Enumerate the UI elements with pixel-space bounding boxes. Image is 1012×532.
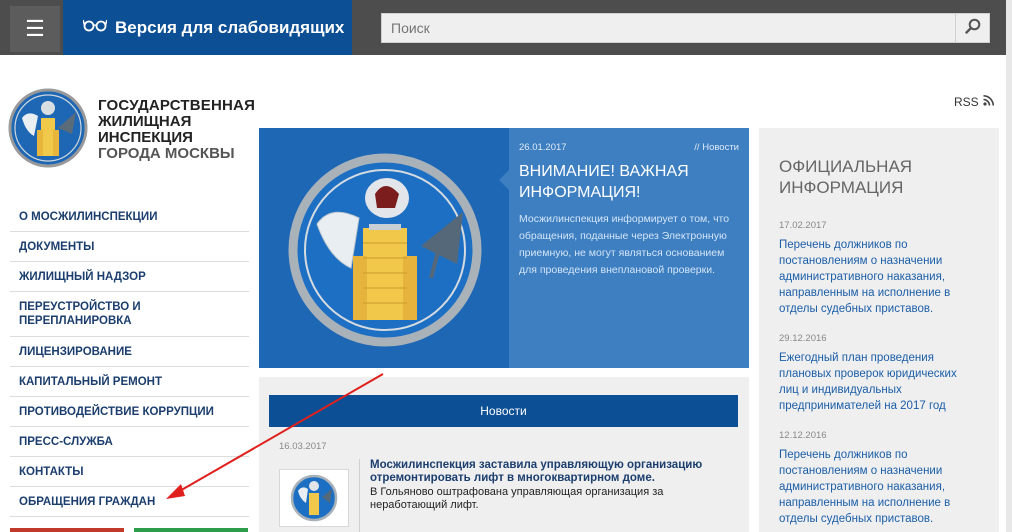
news-date: 16.03.2017 [279, 441, 327, 452]
top-bar: ☰ Версия для слабовидящих [0, 0, 1006, 55]
official-entry-link[interactable]: Перечень должников по постановлениям о н… [779, 447, 979, 527]
news-title-link[interactable]: Мосжилинспекция заставила управляющую ор… [370, 459, 740, 485]
sidebar-item-documents[interactable]: ДОКУМЕНТЫ [10, 232, 249, 262]
news-tab-button[interactable]: Новости [269, 395, 738, 427]
slide-pointer [499, 170, 509, 190]
news-thumbnail[interactable] [279, 469, 349, 527]
hamburger-icon: ☰ [25, 16, 45, 41]
bottom-green-button[interactable] [134, 528, 248, 532]
official-entry-date: 12.12.2016 [779, 430, 827, 441]
news-block: Новости 16.03.2017 Мосжилинспекция заста… [259, 377, 749, 532]
news-summary: В Гольяново оштрафована управляющая орга… [370, 486, 664, 511]
logo-line-4: ГОРОДА МОСКВЫ [98, 145, 235, 162]
sidebar-item-housing-supervision[interactable]: ЖИЛИЩНЫЙ НАДЗОР [10, 262, 249, 292]
official-entry: 12.12.2016 Перечень должников по постано… [779, 430, 979, 527]
official-entry-date: 29.12.2016 [779, 333, 827, 344]
slide-text: 26.01.2017 // Новости ВНИМАНИЕ! ВАЖНАЯ И… [509, 128, 749, 368]
sidebar-item-capital-repair[interactable]: КАПИТАЛЬНЫЙ РЕМОНТ [10, 367, 249, 397]
featured-slide[interactable]: 26.01.2017 // Новости ВНИМАНИЕ! ВАЖНАЯ И… [259, 128, 749, 368]
side-menu: О МОСЖИЛИНСПЕКЦИИ ДОКУМЕНТЫ ЖИЛИЩНЫЙ НАД… [10, 202, 249, 517]
sidebar-item-about[interactable]: О МОСЖИЛИНСПЕКЦИИ [10, 202, 249, 232]
search-box [381, 13, 990, 43]
sidebar-item-anti-corruption[interactable]: ПРОТИВОДЕЙСТВИЕ КОРРУПЦИИ [10, 397, 249, 427]
logo-line-2: ЖИЛИЩНАЯ [98, 113, 192, 130]
official-entry: 29.12.2016 Ежегодный план проведения пла… [779, 333, 979, 414]
sidebar-item-press-service[interactable]: ПРЕСС-СЛУЖБА [10, 427, 249, 457]
sidebar-item-citizen-appeals[interactable]: ОБРАЩЕНИЯ ГРАЖДАН [10, 487, 249, 517]
official-entry-date: 17.02.2017 [779, 220, 827, 231]
sidebar-item-reconstruction[interactable]: ПЕРЕУСТРОЙСТВО И ПЕРЕПЛАНИРОВКА [10, 292, 249, 337]
glasses-icon [82, 18, 108, 37]
search-input[interactable] [382, 14, 954, 42]
sidebar-item-contacts[interactable]: КОНТАКТЫ [10, 457, 249, 487]
page-scrollbar[interactable] [1006, 0, 1012, 532]
menu-button[interactable]: ☰ [10, 6, 60, 52]
logo-line-3: ИНСПЕКЦИЯ [98, 129, 193, 146]
sidebar-item-licensing[interactable]: ЛИЦЕНЗИРОВАНИЕ [10, 337, 249, 367]
search-icon [964, 18, 981, 39]
slide-title[interactable]: ВНИМАНИЕ! ВАЖНАЯ ИНФОРМАЦИЯ! [519, 161, 739, 203]
rss-icon [983, 95, 994, 109]
rss-link[interactable]: RSS [954, 95, 994, 109]
official-info-heading: ОФИЦИАЛЬНАЯ ИНФОРМАЦИЯ [779, 157, 913, 197]
bottom-red-button[interactable] [10, 528, 124, 532]
low-vision-version-button[interactable]: Версия для слабовидящих [63, 0, 352, 55]
official-info-panel: ОФИЦИАЛЬНАЯ ИНФОРМАЦИЯ 17.02.2017 Перече… [759, 128, 999, 532]
search-button[interactable] [955, 14, 989, 42]
official-entry-link[interactable]: Ежегодный план проведения плановых прове… [779, 350, 979, 414]
logo-line-1: ГОСУДАРСТВЕННАЯ [98, 97, 256, 114]
inspection-emblem-icon [8, 88, 88, 168]
site-logo[interactable]: ГОСУДАРСТВЕННАЯ ЖИЛИЩНАЯ ИНСПЕКЦИЯ ГОРОД… [8, 88, 256, 168]
official-entry-link[interactable]: Перечень должников по постановлениям о н… [779, 237, 979, 317]
official-entry: 17.02.2017 Перечень должников по постано… [779, 220, 979, 317]
low-vision-label: Версия для слабовидящих [115, 17, 345, 37]
news-divider [359, 459, 360, 532]
slide-image [259, 128, 509, 368]
slide-body: Мосжилинспекция информирует о том, что о… [519, 213, 730, 276]
rss-label: RSS [954, 95, 979, 109]
slide-category-link[interactable]: // Новости [694, 142, 739, 153]
